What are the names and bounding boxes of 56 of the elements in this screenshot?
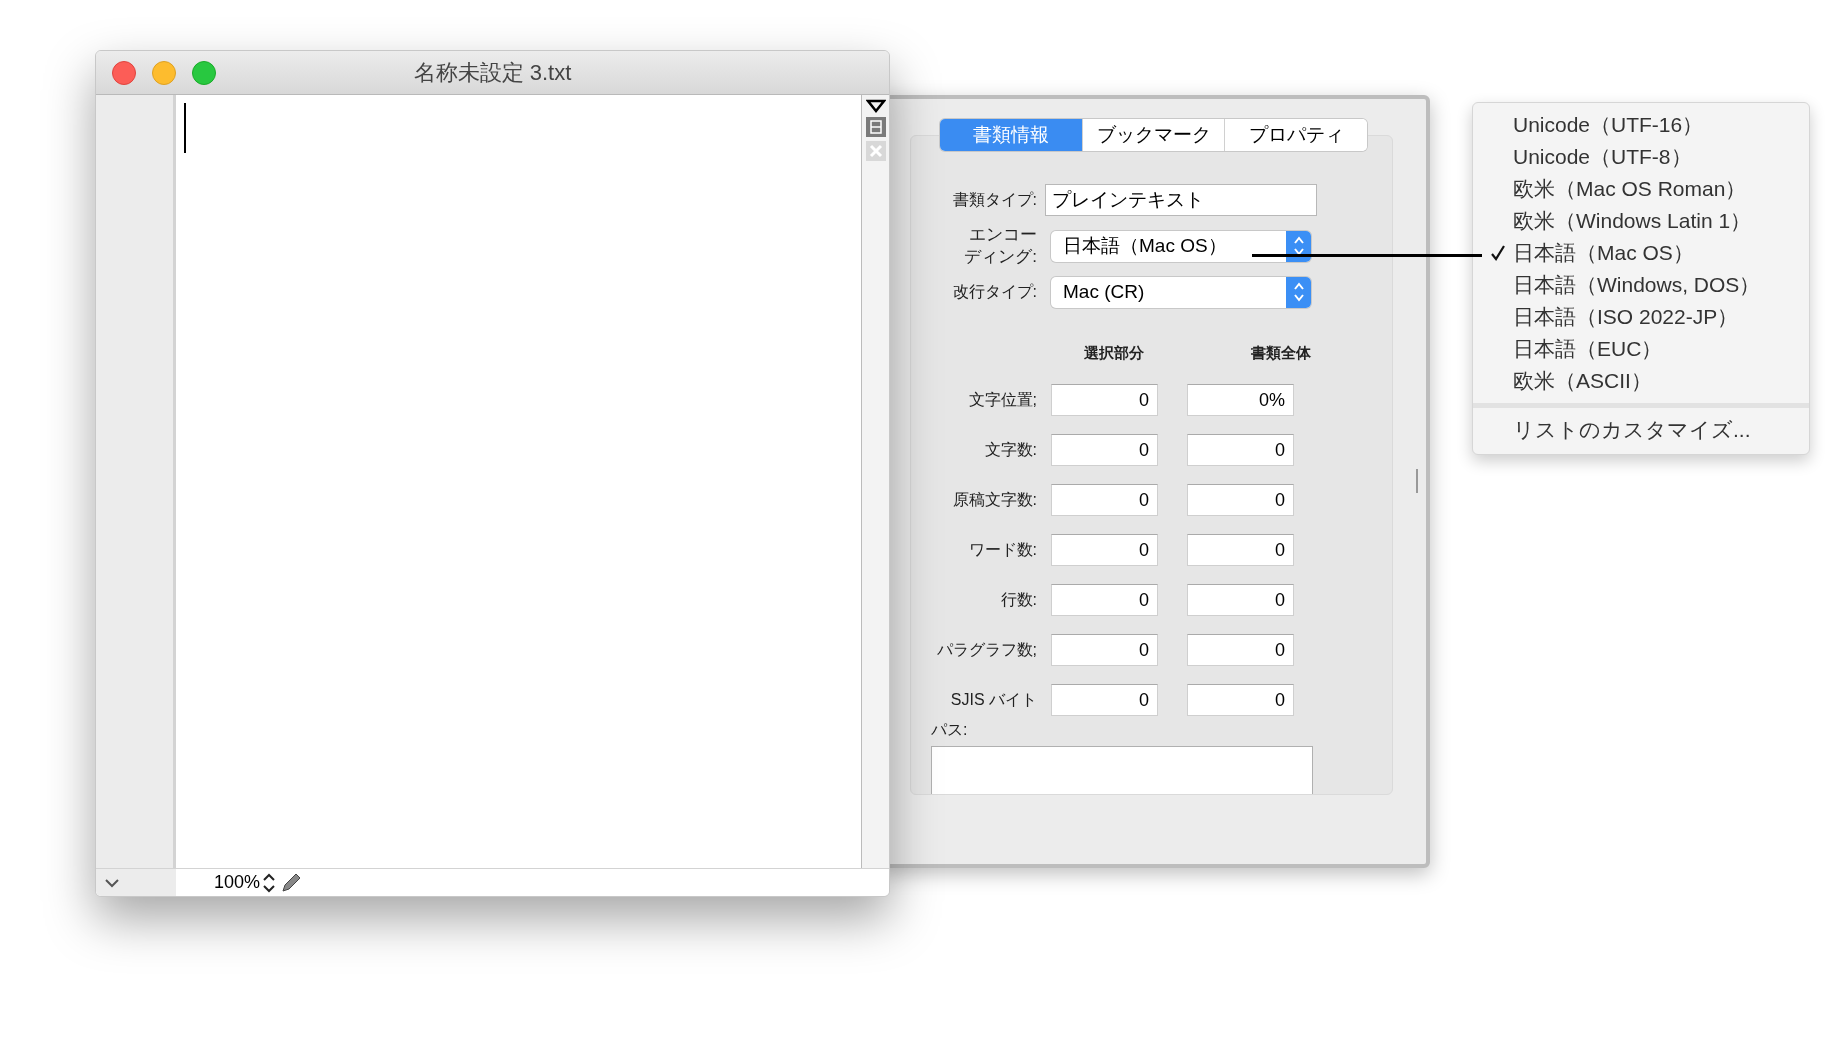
count-field: 0 [1051, 534, 1158, 566]
count-field: 0 [1187, 534, 1294, 566]
text-cursor [184, 103, 186, 153]
chevron-down-icon[interactable] [104, 877, 120, 888]
column-header: 選択部分 [1083, 343, 1145, 363]
menu-item[interactable]: 日本語（Windows, DOS） [1473, 269, 1809, 301]
document-type-field[interactable]: プレインテキスト [1045, 184, 1317, 216]
field-label: ワード数: [967, 540, 1037, 560]
encoding-popup[interactable]: 日本語（Mac OS） [1051, 230, 1311, 262]
field-label: 行数: [999, 590, 1037, 610]
tab[interactable]: プロパティ [1224, 119, 1367, 151]
column-header: 書類全体 [1250, 343, 1311, 363]
menu-item[interactable]: 欧米（Mac OS Roman） [1473, 173, 1809, 205]
count-field: 0 [1187, 684, 1294, 716]
line-ending-popup[interactable]: Mac (CR) [1051, 276, 1311, 308]
minimize-button[interactable] [152, 60, 176, 85]
count-field: 0 [1187, 584, 1294, 616]
count-field: 0 [1187, 634, 1294, 666]
menu-item[interactable]: 日本語（Mac OS） [1473, 237, 1809, 269]
menu-item[interactable]: 欧米（ASCII） [1473, 365, 1809, 397]
field-label: 改行タイプ: [951, 282, 1037, 302]
field-label: エンコー [969, 224, 1037, 246]
count-field: 0 [1187, 484, 1294, 516]
stepper-icon[interactable] [262, 871, 277, 894]
menu-item[interactable]: 日本語（EUC） [1473, 333, 1809, 365]
field-label: 原稿文字数: [951, 490, 1037, 510]
count-field: 0 [1051, 484, 1158, 516]
split-icon[interactable] [865, 117, 886, 137]
menu-item[interactable]: Unicode（UTF-16） [1473, 109, 1809, 141]
path-field[interactable] [931, 746, 1313, 794]
menu-item[interactable]: 欧米（Windows Latin 1） [1473, 205, 1809, 237]
triangle-icon[interactable] [865, 99, 886, 113]
count-field: 0 [1051, 684, 1158, 716]
field-label: パラグラフ数; [935, 640, 1037, 660]
close-button[interactable] [112, 60, 136, 85]
field-label: パス: [931, 720, 969, 740]
resize-handle[interactable] [1416, 469, 1418, 493]
menu-item[interactable]: 日本語（ISO 2022-JP） [1473, 301, 1809, 333]
menu-item[interactable]: Unicode（UTF-8） [1473, 141, 1809, 173]
pencil-icon[interactable] [280, 871, 303, 894]
menu-item[interactable]: リストのカスタマイズ... [1473, 414, 1809, 446]
count-field: 0 [1051, 434, 1158, 466]
stepper-icon[interactable] [1291, 235, 1306, 257]
field-label: SJIS バイト [949, 690, 1037, 710]
count-field: 0 [1051, 634, 1158, 666]
field-label: 文字位置; [967, 390, 1037, 410]
window-title: 名称未設定 3.txt [412, 59, 573, 87]
zoom-button[interactable] [192, 60, 216, 85]
count-field: 0 [1187, 434, 1294, 466]
zoom-level: 100% [214, 871, 261, 894]
field-label: 書類タイプ: [951, 190, 1037, 210]
count-field: 0 [1051, 584, 1158, 616]
count-field: 0 [1051, 384, 1158, 416]
count-field: 0% [1187, 384, 1294, 416]
field-label: 文字数: [983, 440, 1037, 460]
field-label: ディング: [964, 246, 1037, 268]
